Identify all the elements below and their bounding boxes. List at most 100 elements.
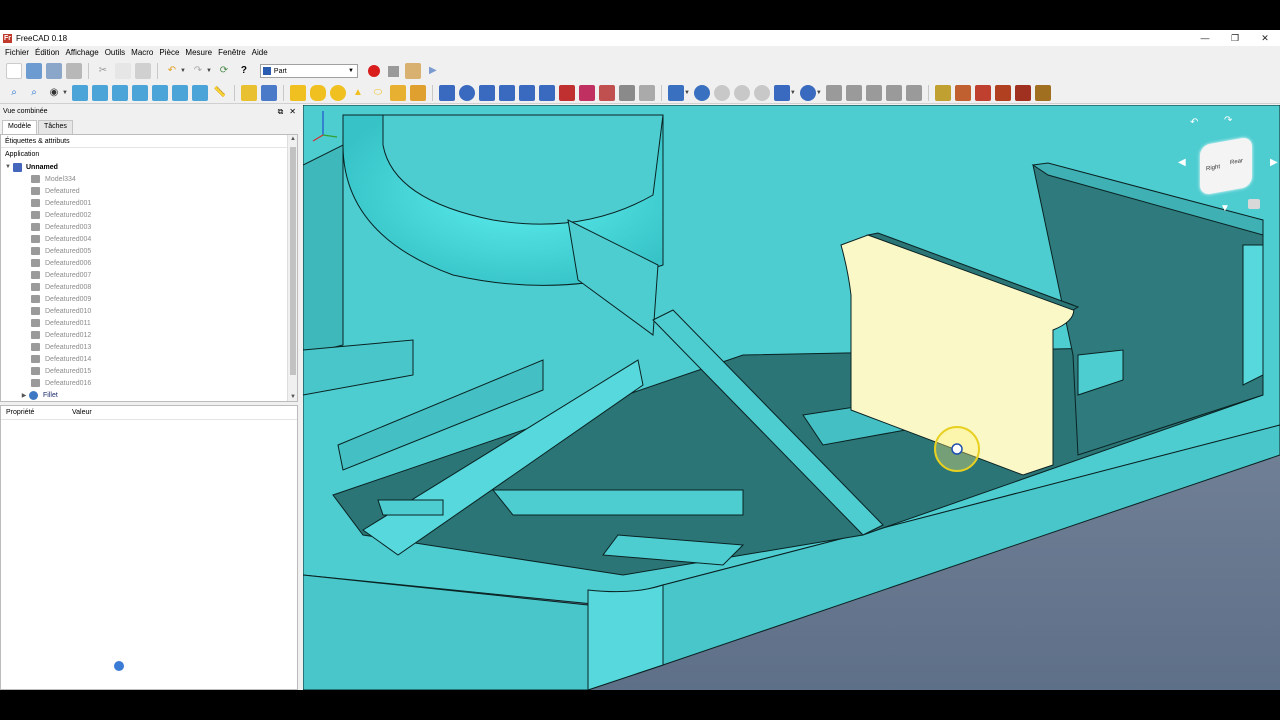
menu-piece[interactable]: Pièce <box>156 46 182 60</box>
tree-item[interactable]: Defeatured002 <box>1 209 297 221</box>
scroll-down-icon[interactable]: ▼ <box>288 394 297 400</box>
front-view-icon[interactable] <box>91 84 108 101</box>
torus-primitive-icon[interactable]: ⬭ <box>370 85 386 101</box>
cylinder-primitive-icon[interactable] <box>309 84 326 101</box>
cone-primitive-icon[interactable]: ▲ <box>350 85 366 101</box>
draw-style-icon[interactable]: ◉ <box>46 85 62 101</box>
check-geometry-icon[interactable] <box>825 84 842 101</box>
measure-refresh-icon[interactable] <box>974 84 991 101</box>
primitives-icon[interactable] <box>409 84 426 101</box>
box-primitive-icon[interactable] <box>289 84 306 101</box>
navigation-cube-face[interactable]: Right Rear <box>1200 136 1252 196</box>
menu-macro[interactable]: Macro <box>128 46 156 60</box>
tree-item[interactable]: Defeatured <box>1 185 297 197</box>
undo-icon[interactable]: ↶ <box>164 63 180 79</box>
new-file-icon[interactable] <box>6 63 22 79</box>
macros-icon[interactable] <box>404 63 421 79</box>
toggle-all-measurements-icon[interactable] <box>1014 84 1031 101</box>
open-folder-icon[interactable] <box>26 63 42 79</box>
rotate-cw-icon[interactable]: ↷ <box>1224 115 1232 126</box>
tree-document[interactable]: ▼ Unnamed <box>1 161 297 173</box>
restore-button[interactable]: ❐ <box>1220 30 1250 46</box>
tree-item[interactable]: Defeatured001 <box>1 197 297 209</box>
tree-item[interactable]: Defeatured010 <box>1 305 297 317</box>
toggle-3d-measure-icon[interactable] <box>1034 84 1051 101</box>
sphere-primitive-icon[interactable] <box>329 84 346 101</box>
copy-icon[interactable] <box>115 63 131 79</box>
make-part-icon[interactable] <box>240 84 257 101</box>
join-dropdown-icon[interactable]: ▼ <box>790 90 796 96</box>
whats-this-icon[interactable]: ? <box>236 63 252 79</box>
workbench-selector[interactable]: Part ▼ <box>259 64 358 78</box>
tree-item[interactable]: Defeatured004 <box>1 233 297 245</box>
right-view-icon[interactable] <box>131 84 148 101</box>
redo-dropdown-icon[interactable]: ▼ <box>206 68 212 74</box>
tree-item[interactable]: Defeatured007 <box>1 269 297 281</box>
rear-view-icon[interactable] <box>151 84 168 101</box>
fillet-icon[interactable] <box>498 84 515 101</box>
redo-icon[interactable]: ↷ <box>190 63 206 79</box>
cube-face-right-label[interactable]: Right <box>1206 164 1220 172</box>
sweep-icon[interactable] <box>598 84 615 101</box>
loft-icon[interactable] <box>578 84 595 101</box>
tree-item[interactable]: Defeatured006 <box>1 257 297 269</box>
tree-item[interactable]: Defeatured014 <box>1 353 297 365</box>
print-icon[interactable] <box>66 63 82 79</box>
offset-icon[interactable] <box>638 84 655 101</box>
tab-modele[interactable]: Modèle <box>2 120 37 134</box>
create-group-icon[interactable] <box>260 84 277 101</box>
common-icon[interactable] <box>753 84 770 101</box>
orbit-left-icon[interactable]: ◀ <box>1178 157 1186 168</box>
split-tools-icon[interactable] <box>799 84 816 101</box>
menu-fichier[interactable]: Fichier <box>2 46 32 60</box>
expand-arrow-icon[interactable]: ▼ <box>3 164 13 170</box>
tube-primitive-icon[interactable] <box>389 84 406 101</box>
measure-angular-icon[interactable] <box>954 84 971 101</box>
cut-shape-icon[interactable] <box>713 84 730 101</box>
projection-icon[interactable] <box>885 84 902 101</box>
undock-icon[interactable]: ⧉ <box>278 107 284 117</box>
tree-item[interactable]: Defeatured011 <box>1 317 297 329</box>
top-view-icon[interactable] <box>111 84 128 101</box>
fit-all-icon[interactable]: ⌕ <box>6 85 22 101</box>
menu-fenetre[interactable]: Fenêtre <box>215 46 249 60</box>
tab-taches[interactable]: Tâches <box>37 120 73 134</box>
shape-builder-icon[interactable] <box>905 84 922 101</box>
close-panel-icon[interactable]: ✕ <box>289 107 296 117</box>
cut-icon[interactable]: ✂ <box>95 63 111 79</box>
defeaturing-icon[interactable] <box>845 84 862 101</box>
orbit-right-icon[interactable]: ▶ <box>1270 157 1278 168</box>
stop-macro-icon[interactable] <box>387 65 399 77</box>
bottom-view-icon[interactable] <box>171 84 188 101</box>
scrollbar-thumb[interactable] <box>290 147 296 375</box>
compound-dropdown-icon[interactable]: ▼ <box>684 90 690 96</box>
property-column-header[interactable]: Propriété <box>1 409 67 416</box>
menu-affichage[interactable]: Affichage <box>62 46 101 60</box>
draw-style-dropdown-icon[interactable]: ▼ <box>62 90 68 96</box>
tree-item-fillet[interactable]: ▶ Fillet <box>1 389 297 401</box>
cube-face-rear-label[interactable]: Rear <box>1230 158 1243 166</box>
save-icon[interactable] <box>46 63 62 79</box>
menu-aide[interactable]: Aide <box>249 46 271 60</box>
clear-measurements-icon[interactable] <box>994 84 1011 101</box>
value-column-header[interactable]: Valeur <box>67 409 92 416</box>
tree-item[interactable]: Defeatured016 <box>1 377 297 389</box>
fit-selection-icon[interactable]: ⌕ <box>26 85 42 101</box>
split-dropdown-icon[interactable]: ▼ <box>816 90 822 96</box>
tree-item[interactable]: Defeatured012 <box>1 329 297 341</box>
boolean-icon[interactable] <box>693 84 710 101</box>
fuse-icon[interactable] <box>733 84 750 101</box>
scroll-up-icon[interactable]: ▲ <box>288 136 297 142</box>
menu-outils[interactable]: Outils <box>102 46 128 60</box>
run-macro-icon[interactable]: ▶ <box>425 63 441 79</box>
view-menu-icon[interactable] <box>1248 199 1260 209</box>
tree-item[interactable]: Defeatured005 <box>1 245 297 257</box>
ruled-surface-icon[interactable] <box>558 84 575 101</box>
3d-model-render[interactable] <box>303 105 1280 690</box>
left-view-icon[interactable] <box>191 84 208 101</box>
extrude-icon[interactable] <box>438 84 455 101</box>
tree-item[interactable]: Defeatured008 <box>1 281 297 293</box>
join-features-icon[interactable] <box>773 84 790 101</box>
mirror-icon[interactable] <box>478 84 495 101</box>
section-icon[interactable] <box>618 84 635 101</box>
